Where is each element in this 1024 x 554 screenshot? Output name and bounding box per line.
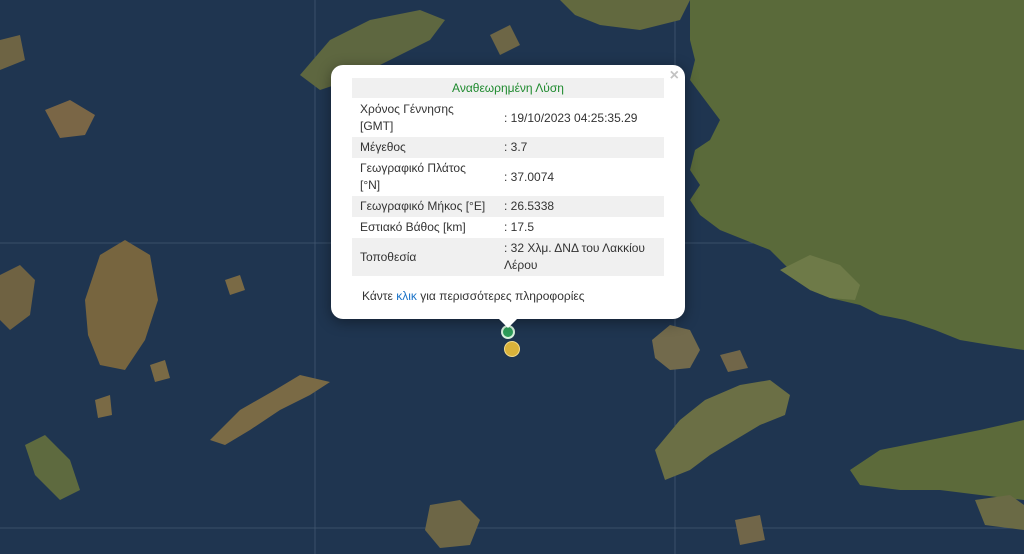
row-value-depth: : 17.5 [504, 220, 535, 234]
table-row: Τοποθεσία : 32 Χλμ. ΔΝΔ του Λακκίου Λέρο… [352, 238, 664, 276]
close-icon[interactable]: × [670, 67, 679, 85]
row-value-location: : 32 Χλμ. ΔΝΔ του Λακκίου Λέρου [496, 238, 664, 276]
row-value-origin-time: : 19/10/2023 04:25:35.29 [504, 110, 638, 125]
info-table: Χρόνος Γέννησης [GMT] : 19/10/2023 04:25… [352, 99, 664, 276]
row-label-latitude: Γεωγραφικό Πλάτος [°N] [360, 161, 466, 192]
row-value-magnitude: : 3.7 [496, 137, 664, 158]
table-row: Μέγεθος : 3.7 [352, 137, 664, 158]
row-value-longitude: : 26.5338 [496, 196, 664, 217]
popup-title: Αναθεωρημένη Λύση [352, 78, 664, 98]
row-label-longitude: Γεωγραφικό Μήκος [°E] [352, 196, 496, 217]
more-suffix: για περισσότερες πληροφορίες [416, 289, 585, 303]
table-row: Χρόνος Γέννησης [GMT] : 19/10/2023 04:25… [352, 99, 664, 137]
more-prefix: Κάντε [362, 289, 397, 303]
earthquake-info-popup: × Αναθεωρημένη Λύση Χρόνος Γέννησης [GMT… [331, 65, 685, 319]
more-info-text: Κάντε κλικ για περισσότερες πληροφορίες [362, 289, 585, 303]
table-row: Εστιακό Βάθος [km] : 17.5 [352, 217, 664, 238]
row-label-depth: Εστιακό Βάθος [km] [360, 220, 466, 234]
row-label-origin-time: Χρόνος Γέννησης [GMT] [360, 102, 454, 133]
row-value-latitude: : 37.0074 [504, 169, 555, 184]
table-row: Γεωγραφικό Μήκος [°E] : 26.5338 [352, 196, 664, 217]
popup-pointer [498, 318, 518, 328]
table-row: Γεωγραφικό Πλάτος [°N] : 37.0074 [352, 158, 664, 196]
row-label-magnitude: Μέγεθος [352, 137, 496, 158]
earthquake-marker[interactable] [504, 341, 520, 357]
more-info-link[interactable]: κλικ [396, 289, 417, 303]
row-label-location: Τοποθεσία [352, 238, 496, 276]
